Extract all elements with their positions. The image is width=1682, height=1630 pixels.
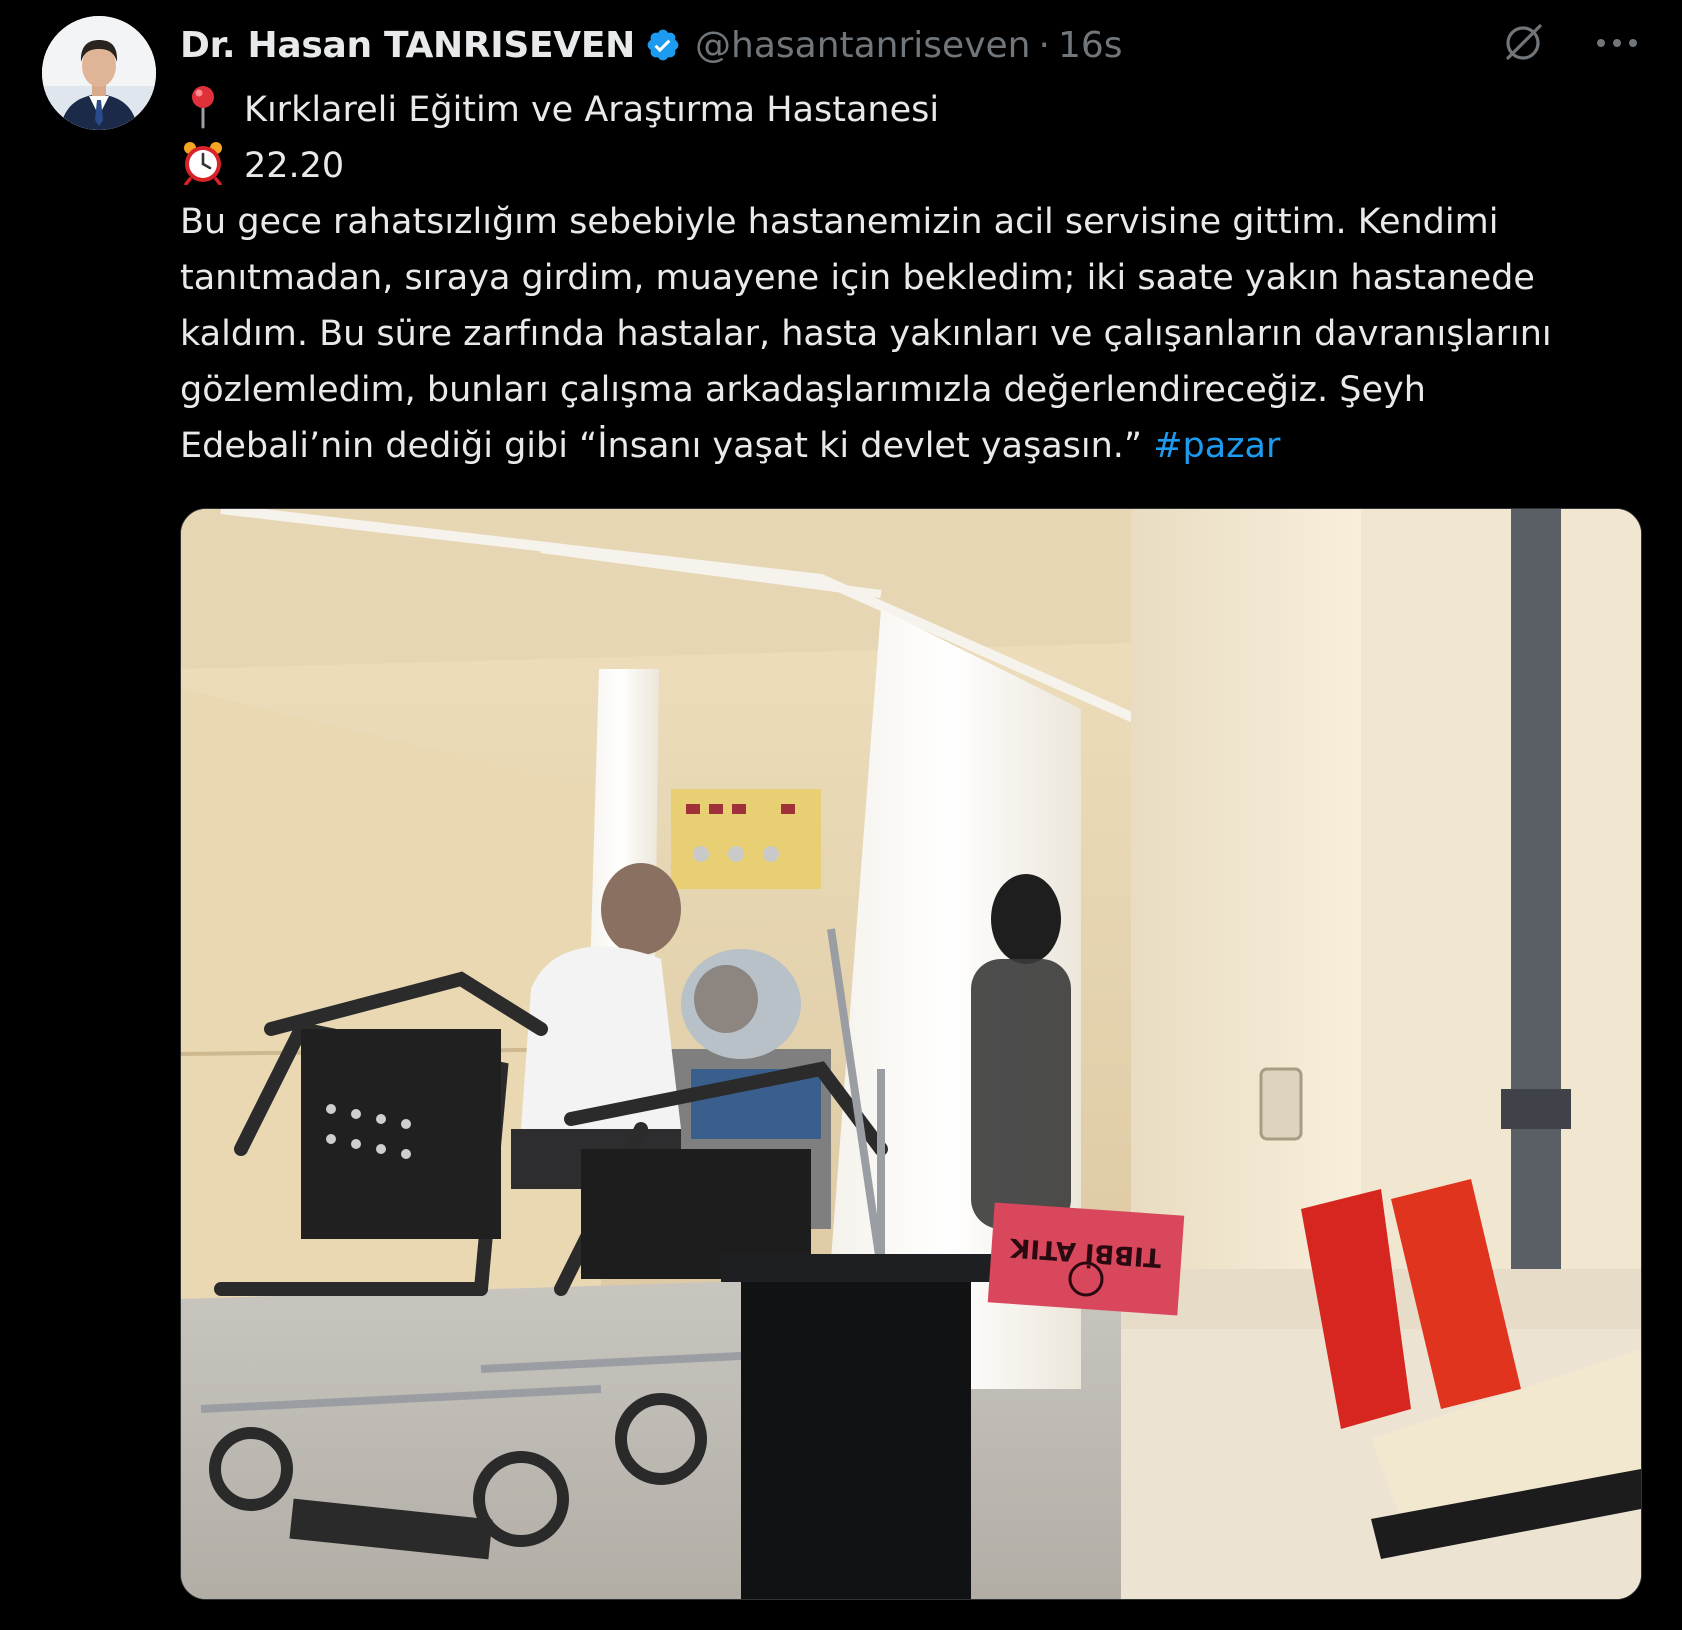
- author-handle[interactable]: @hasantanriseven: [695, 25, 1030, 66]
- time-line: 22.20: [180, 138, 1620, 194]
- body-line: kaldım. Bu süre zarfında hastalar, hasta…: [180, 314, 1552, 354]
- separator-dot: ·: [1038, 24, 1050, 66]
- hospital-er-photo: TIBBİ ATIK: [181, 509, 1641, 1599]
- body-line: gözlemledim, bunları çalışma arkadaşları…: [180, 370, 1426, 410]
- location-line: Kırklareli Eğitim ve Araştırma Hastanesi: [180, 82, 1620, 138]
- more-icon[interactable]: [1594, 20, 1640, 66]
- body-line: tanıtmadan, sıraya girdim, muayene için …: [180, 258, 1535, 298]
- hashtag-link[interactable]: #pazar: [1153, 426, 1280, 466]
- tweet-photo[interactable]: TIBBİ ATIK: [180, 508, 1642, 1600]
- author-display-name[interactable]: Dr. Hasan TANRISEVEN: [180, 25, 635, 66]
- tweet-header: Dr. Hasan TANRISEVEN @hasantanriseven · …: [180, 20, 1123, 70]
- tweet-text: Kırklareli Eğitim ve Araştırma Hastanesi…: [180, 82, 1620, 474]
- alarm-clock-icon: [180, 139, 226, 185]
- location-text: Kırklareli Eğitim ve Araştırma Hastanesi: [244, 90, 940, 130]
- time-text: 22.20: [244, 146, 345, 186]
- avatar-image: [42, 16, 156, 130]
- body-line: Bu gece rahatsızlığım sebebiyle hastanem…: [180, 202, 1499, 242]
- round-pushpin-icon: [180, 83, 226, 129]
- avatar[interactable]: [42, 16, 156, 130]
- grok-slash-icon[interactable]: [1500, 20, 1546, 66]
- timestamp[interactable]: 16s: [1058, 25, 1123, 66]
- body-text: Edebali’nin dediği gibi “İnsanı yaşat ki…: [180, 426, 1154, 466]
- tweet-card: Dr. Hasan TANRISEVEN @hasantanriseven · …: [0, 0, 1682, 1630]
- body-line-last: Edebali’nin dediği gibi “İnsanı yaşat ki…: [180, 418, 1620, 474]
- verified-badge-icon[interactable]: [645, 27, 681, 63]
- header-actions: [1500, 20, 1640, 66]
